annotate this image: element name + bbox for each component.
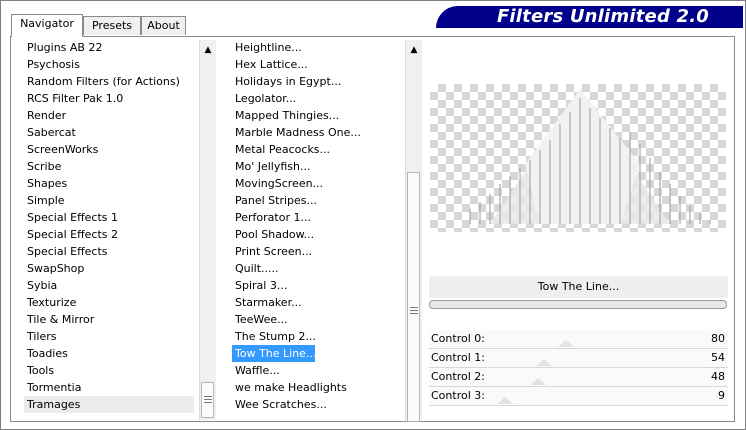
category-list-item[interactable]: Special Effects [24,243,194,260]
category-list-item[interactable]: Simple [24,192,194,209]
filter-list-item[interactable]: Pool Shadow... [232,226,402,243]
filter-list-item[interactable]: Wee Scratches... [232,396,402,413]
control-value: 9 [718,389,725,402]
filter-list-item[interactable]: Metal Peacocks... [232,141,402,158]
title-banner: Filters Unlimited 2.0 [436,6,743,28]
category-list-item[interactable]: Plugins AB 22 [24,39,194,56]
filter-list-item[interactable]: we make Headlights [232,379,402,396]
filter-list-item[interactable]: TeeWee... [232,311,402,328]
control-1-marker [535,359,552,366]
category-list-item[interactable]: Render [24,107,194,124]
category-list-item[interactable]: Tormentia [24,379,194,396]
grip-icon [204,396,212,397]
filter-list-item[interactable]: Quilt..... [232,260,402,277]
grip-icon [204,402,212,403]
filter-list-item[interactable]: Starmaker... [232,294,402,311]
filter-list-item[interactable]: Panel Stripes... [232,192,402,209]
filter-list-item[interactable]: Holidays in Egypt... [232,73,402,90]
filter-list-item[interactable]: The Stump 2... [232,328,402,345]
filter-list-item[interactable]: Marble Madness One... [232,124,402,141]
up-arrow-icon[interactable]: ▲ [200,42,216,58]
control-0-marker [558,340,575,347]
filter-list-item[interactable]: Legolator... [232,90,402,107]
category-list-item[interactable]: Special Effects 1 [24,209,194,226]
tab-presets[interactable]: Presets [83,16,141,35]
control-label: Control 2: [431,370,485,383]
category-list-item[interactable]: Sybia [24,277,194,294]
category-list-item[interactable]: Psychosis [24,56,194,73]
tab-navigator[interactable]: Navigator [11,14,83,37]
control-value: 80 [711,332,725,345]
control-0-row[interactable]: Control 0: 80 [429,330,728,349]
filter-list-item[interactable]: Mo' Jellyfish... [232,158,402,175]
category-list-item[interactable]: Texturize [24,294,194,311]
tab-about[interactable]: About [141,16,186,35]
up-arrow-icon[interactable]: ▲ [406,42,422,58]
category-list-item[interactable]: Scribe [24,158,194,175]
category-list-item[interactable]: Tramages [24,396,194,413]
category-list-item[interactable]: Tile & Mirror [24,311,194,328]
category-list-item[interactable]: SwapShop [24,260,194,277]
category-list-item[interactable]: Random Filters (for Actions) [24,73,194,90]
control-value: 54 [711,351,725,364]
filter-scrollbar[interactable]: ▲ [405,40,422,422]
category-scrollbar[interactable]: ▲ [199,40,216,420]
controls-panel: Control 0: 80 Control 1: 54 Control 2: 4… [429,330,728,406]
filter-list-item[interactable]: Heightline... [232,39,402,56]
filter-scroll-thumb[interactable] [407,172,420,422]
category-list-item[interactable]: Sabercat [24,124,194,141]
category-scroll-thumb[interactable] [201,382,214,418]
filter-list-item[interactable]: Spiral 3... [232,277,402,294]
category-list-item[interactable]: ScreenWorks [24,141,194,158]
app-title: Filters Unlimited 2.0 [496,6,709,27]
filter-list[interactable]: Heightline... Hex Lattice... Holidays in E… [232,39,402,413]
control-label: Control 1: [431,351,485,364]
preview-art [469,89,711,224]
grip-icon [410,307,418,308]
preview-slider[interactable] [429,300,727,309]
preview-image [430,84,726,232]
control-value: 48 [711,370,725,383]
control-2-row[interactable]: Control 2: 48 [429,368,728,387]
filter-list-item[interactable]: Tow The Line... [232,345,316,362]
control-label: Control 0: [431,332,485,345]
control-2-marker [530,378,547,385]
category-list[interactable]: Plugins AB 22 Psychosis Random Filters (fo… [24,39,194,413]
filter-list-item[interactable]: Print Screen... [232,243,402,260]
category-list-item[interactable]: Toadies [24,345,194,362]
control-3-marker [496,397,513,404]
category-list-item[interactable]: Special Effects 2 [24,226,194,243]
filter-list-item[interactable]: MovingScreen... [232,175,402,192]
category-list-item[interactable]: Tools [24,362,194,379]
category-list-item[interactable]: Shapes [24,175,194,192]
filter-list-item[interactable]: Perforator 1... [232,209,402,226]
control-1-row[interactable]: Control 1: 54 [429,349,728,368]
filter-name-label: Tow The Line... [429,276,728,298]
grip-icon [410,313,418,314]
category-list-item[interactable]: RCS Filter Pak 1.0 [24,90,194,107]
grip-icon [204,399,212,400]
grip-icon [410,310,418,311]
category-list-item[interactable]: Tilers [24,328,194,345]
filter-list-item[interactable]: Hex Lattice... [232,56,402,73]
control-label: Control 3: [431,389,485,402]
control-3-row[interactable]: Control 3: 9 [429,387,728,406]
filter-list-item[interactable]: Waffle... [232,362,402,379]
filter-list-item[interactable]: Mapped Thingies... [232,107,402,124]
